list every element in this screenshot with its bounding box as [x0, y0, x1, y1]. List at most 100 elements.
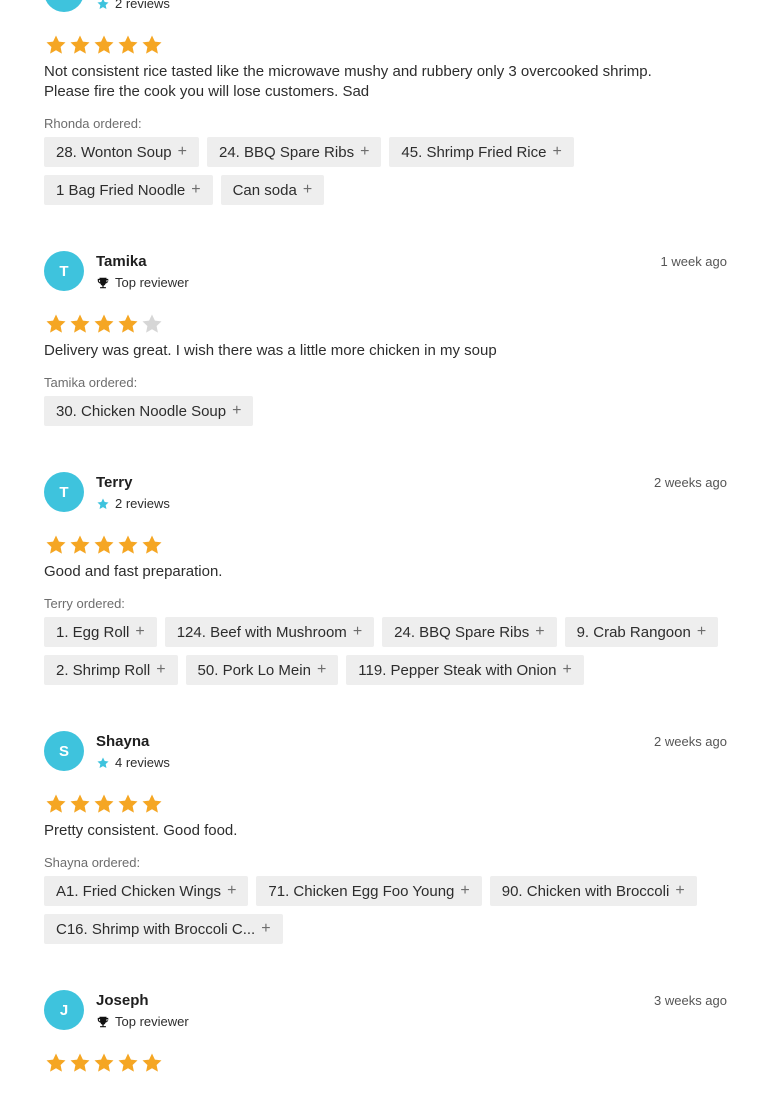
reviewer-badge-text: Top reviewer: [115, 1014, 189, 1029]
ordered-item-chip[interactable]: 24. BBQ Spare Ribs +: [207, 137, 382, 167]
rating-star-icon: [140, 33, 164, 59]
review-date: 3 weeks ago: [654, 993, 727, 1008]
plus-icon: +: [316, 661, 327, 678]
review-card: S Shayna 4 reviews 2 weeks ago Pretty consis…: [44, 731, 727, 990]
plus-icon: +: [135, 623, 145, 640]
ordered-item-label: 24. BBQ Spare Ribs: [394, 623, 530, 641]
reviewer-meta: 2 reviews: [96, 0, 170, 11]
rating-star-icon: [68, 1051, 92, 1077]
ordered-item-label: C16. Shrimp with Broccoli C...: [56, 920, 256, 938]
ordered-item-chip[interactable]: 1. Egg Roll +: [44, 617, 157, 647]
ordered-item-chip[interactable]: 30. Chicken Noodle Soup +: [44, 396, 254, 426]
reviewer-badge-text: 2 reviews: [115, 0, 170, 11]
ordered-item-label: 71. Chicken Egg Foo Young: [268, 882, 455, 900]
ordered-item-label: 119. Pepper Steak with Onion: [358, 661, 557, 679]
star-rating: [44, 1051, 727, 1077]
ordered-item-chip[interactable]: 45. Shrimp Fried Rice +: [389, 137, 574, 167]
star-rating: [44, 33, 727, 59]
trophy-icon: [96, 276, 110, 290]
plus-icon: +: [675, 882, 685, 899]
review-text: Pretty consistent. Good food.: [44, 822, 238, 839]
rating-star-icon: [116, 33, 140, 59]
rating-star-icon: [68, 533, 92, 559]
reviewer-badge-text: 2 reviews: [115, 496, 170, 511]
ordered-item-chip[interactable]: 28. Wonton Soup +: [44, 137, 199, 167]
ordered-item-label: 45. Shrimp Fried Rice: [401, 143, 547, 161]
ordered-item-chip[interactable]: 24. BBQ Spare Ribs +: [382, 617, 557, 647]
rating-star-icon: [92, 312, 116, 338]
plus-icon: +: [177, 143, 187, 160]
ordered-label: Rhonda ordered:: [44, 116, 142, 131]
review-header: S Shayna 4 reviews 2 weeks ago: [44, 731, 727, 787]
ordered-item-chip[interactable]: 50. Pork Lo Mein +: [185, 655, 339, 685]
ordered-item-label: 24. BBQ Spare Ribs: [219, 143, 355, 161]
ordered-item-chip[interactable]: 119. Pepper Steak with Onion +: [346, 655, 584, 685]
avatar: S: [44, 731, 84, 771]
ordered-item-label: 30. Chicken Noodle Soup: [56, 402, 227, 420]
plus-icon: +: [227, 882, 237, 899]
ordered-item-label: 90. Chicken with Broccoli: [501, 882, 670, 900]
star-rating: [44, 312, 727, 338]
ordered-item-label: 28. Wonton Soup: [56, 143, 172, 161]
reviewer-name[interactable]: Shayna: [96, 733, 149, 750]
star-icon: [96, 497, 110, 511]
avatar: J: [44, 990, 84, 1030]
plus-icon: +: [261, 920, 271, 937]
rating-star-icon: [44, 792, 68, 818]
rating-star-icon: [140, 1051, 164, 1077]
rating-star-icon: [44, 312, 68, 338]
review-card: J Joseph Top reviewer 3 weeks ago: [44, 990, 727, 1115]
plus-icon: +: [156, 661, 166, 678]
ordered-item-chip[interactable]: A1. Fried Chicken Wings +: [44, 876, 249, 906]
ordered-item-chip[interactable]: Can soda +: [220, 175, 325, 205]
review-header: RRhonda2 reviews: [44, 0, 727, 28]
plus-icon: +: [191, 181, 201, 198]
ordered-item-chip[interactable]: C16. Shrimp with Broccoli C... +: [44, 914, 283, 944]
review-header: T Terry 2 reviews 2 weeks ago: [44, 472, 727, 528]
review-date: 2 weeks ago: [654, 734, 727, 749]
reviewer-badge-text: Top reviewer: [115, 275, 189, 290]
reviewer-name[interactable]: Terry: [96, 474, 132, 491]
ordered-item-chip[interactable]: 9. Crab Rangoon +: [564, 617, 719, 647]
ordered-item-chip[interactable]: 1 Bag Fried Noodle +: [44, 175, 213, 205]
ordered-item-label: A1. Fried Chicken Wings: [56, 882, 222, 900]
ordered-item-chip[interactable]: 124. Beef with Mushroom +: [164, 617, 375, 647]
rating-star-icon: [44, 33, 68, 59]
rating-star-icon: [44, 1051, 68, 1077]
ordered-label: Terry ordered:: [44, 596, 125, 611]
plus-icon: +: [360, 143, 370, 160]
review-header: T Tamika Top reviewer 1 week ago: [44, 251, 727, 307]
plus-icon: +: [535, 623, 545, 640]
rating-star-icon: [140, 792, 164, 818]
reviews-list: RRhonda2 reviews Not consistent rice tast…: [44, 0, 727, 1115]
star-icon: [96, 0, 110, 11]
ordered-item-label: 50. Pork Lo Mein: [197, 661, 311, 679]
ordered-label: Shayna ordered:: [44, 855, 141, 870]
trophy-icon: [96, 1015, 110, 1029]
rating-star-icon: [92, 1051, 116, 1077]
ordered-items: 1. Egg Roll +124. Beef with Mushroom +24. …: [44, 617, 727, 693]
plus-icon: +: [460, 882, 470, 899]
star-rating: [44, 792, 727, 818]
ordered-item-chip[interactable]: 71. Chicken Egg Foo Young +: [256, 876, 482, 906]
plus-icon: +: [232, 402, 242, 419]
rating-star-icon: [92, 792, 116, 818]
plus-icon: +: [552, 143, 562, 160]
rating-star-icon: [92, 33, 116, 59]
avatar: T: [44, 472, 84, 512]
ordered-item-chip[interactable]: 2. Shrimp Roll +: [44, 655, 178, 685]
reviewer-name[interactable]: Joseph: [96, 992, 149, 1009]
rating-star-icon: [140, 312, 164, 338]
ordered-item-chip[interactable]: 90. Chicken with Broccoli +: [489, 876, 697, 906]
reviewer-name[interactable]: Tamika: [96, 253, 147, 270]
review-date: 1 week ago: [660, 254, 728, 269]
ordered-item-label: 1. Egg Roll: [56, 623, 130, 641]
avatar: R: [44, 0, 84, 12]
rating-star-icon: [140, 533, 164, 559]
rating-star-icon: [68, 312, 92, 338]
plus-icon: +: [696, 623, 707, 640]
rating-star-icon: [92, 533, 116, 559]
ordered-item-label: 124. Beef with Mushroom: [176, 623, 347, 641]
reviewer-meta: Top reviewer: [96, 275, 189, 290]
review-date: 2 weeks ago: [654, 475, 727, 490]
